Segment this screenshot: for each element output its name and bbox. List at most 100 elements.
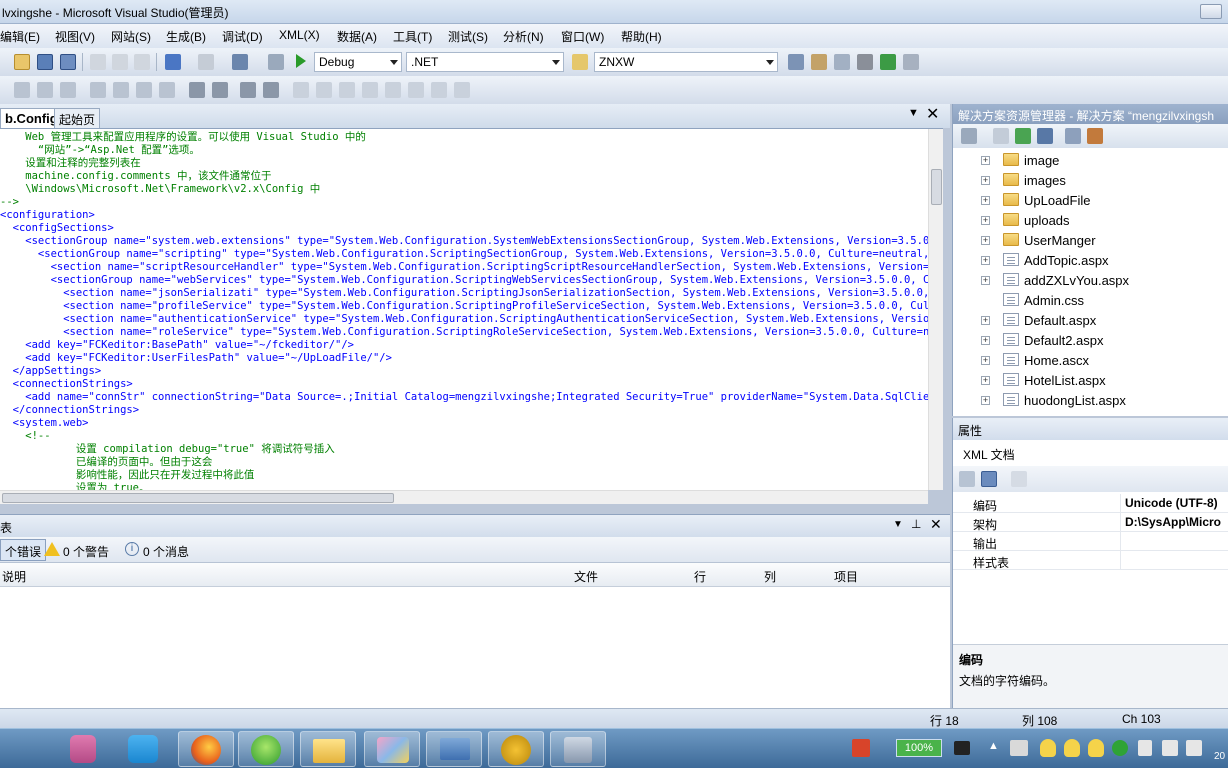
vertical-scrollbar[interactable] bbox=[928, 129, 943, 490]
property-value[interactable]: D:\SysApp\Micro bbox=[1125, 515, 1221, 529]
code-line[interactable]: 设置为 true。 bbox=[0, 482, 928, 490]
bookmark-icon[interactable] bbox=[339, 82, 355, 98]
qq-icon[interactable] bbox=[1040, 739, 1056, 757]
property-value[interactable]: Unicode (UTF-8) bbox=[1125, 496, 1218, 510]
outdent-icon[interactable] bbox=[189, 82, 205, 98]
format-icon[interactable] bbox=[159, 82, 175, 98]
expand-icon[interactable]: + bbox=[981, 156, 990, 165]
browser-icon[interactable] bbox=[238, 731, 294, 767]
menu-debug[interactable]: 调试(D) bbox=[222, 28, 263, 45]
ultraedit-icon[interactable] bbox=[488, 731, 544, 767]
expand-icon[interactable]: + bbox=[981, 256, 990, 265]
minimize-button[interactable] bbox=[1200, 4, 1222, 19]
expand-icon[interactable]: + bbox=[981, 276, 990, 285]
paste-icon[interactable] bbox=[134, 54, 150, 70]
tree-item[interactable]: + Default.aspx bbox=[953, 310, 1228, 330]
scroll-thumb[interactable] bbox=[931, 169, 942, 205]
firefox-icon[interactable] bbox=[178, 731, 234, 767]
properties-icon[interactable] bbox=[811, 54, 827, 70]
expand-icon[interactable]: + bbox=[981, 316, 990, 325]
pin-icon[interactable]: ⊥ bbox=[911, 517, 921, 531]
find-icon[interactable] bbox=[268, 54, 284, 70]
menu-tools[interactable]: 工具(T) bbox=[393, 28, 432, 45]
format-icon[interactable] bbox=[90, 82, 106, 98]
battery-indicator[interactable]: 100% bbox=[896, 739, 942, 757]
menu-data[interactable]: 数据(A) bbox=[337, 28, 377, 45]
code-line[interactable]: </appSettings> bbox=[0, 365, 928, 378]
open-icon[interactable] bbox=[14, 54, 30, 70]
expand-icon[interactable]: + bbox=[981, 356, 990, 365]
scroll-thumb[interactable] bbox=[2, 493, 394, 503]
code-line[interactable]: <add key="FCKeditor:UserFilesPath" value… bbox=[0, 352, 928, 365]
messages-filter-button[interactable]: 0 个消息 bbox=[143, 543, 189, 560]
platform-select[interactable]: .NET bbox=[406, 52, 564, 72]
column-project[interactable]: 项目 bbox=[834, 568, 858, 585]
tab-dropdown-icon[interactable]: ▼ bbox=[908, 107, 919, 119]
expand-icon[interactable]: + bbox=[981, 176, 990, 185]
window-icon[interactable] bbox=[903, 54, 919, 70]
network-icon[interactable] bbox=[1010, 740, 1028, 756]
qq-icon[interactable] bbox=[1088, 739, 1104, 757]
database-app-icon[interactable] bbox=[56, 731, 112, 767]
format-icon[interactable] bbox=[113, 82, 129, 98]
code-line[interactable]: Web 管理工具来配置应用程序的设置。可以使用 Visual Studio 中的 bbox=[0, 131, 928, 144]
property-pages-icon[interactable] bbox=[1011, 471, 1027, 487]
input-method-icon[interactable] bbox=[852, 739, 870, 757]
expand-icon[interactable]: + bbox=[981, 376, 990, 385]
tree-item[interactable]: + Home.ascx bbox=[953, 350, 1228, 370]
alphabetical-icon[interactable] bbox=[981, 471, 997, 487]
toolbox-icon[interactable] bbox=[834, 54, 850, 70]
menu-window[interactable]: 窗口(W) bbox=[561, 28, 604, 45]
code-line[interactable]: 设置和注释的完整列表在 bbox=[0, 157, 928, 170]
property-row[interactable]: 架构 D:\SysApp\Micro bbox=[953, 513, 1228, 532]
uncomment-icon[interactable] bbox=[263, 82, 279, 98]
code-line[interactable]: <add name="connStr" connectionString="Da… bbox=[0, 391, 928, 404]
column-column[interactable]: 列 bbox=[764, 568, 776, 585]
cut-icon[interactable] bbox=[90, 54, 106, 70]
navigate-icon[interactable] bbox=[232, 54, 248, 70]
column-line[interactable]: 行 bbox=[694, 568, 706, 585]
horizontal-scrollbar[interactable] bbox=[0, 490, 928, 504]
bookmark-icon[interactable] bbox=[293, 82, 309, 98]
menu-analyze[interactable]: 分析(N) bbox=[503, 28, 544, 45]
column-file[interactable]: 文件 bbox=[574, 568, 598, 585]
object-browser-icon[interactable] bbox=[880, 54, 896, 70]
code-line[interactable]: 影响性能，因此只在开发过程中将此值 bbox=[0, 469, 928, 482]
tree-item[interactable]: + UpLoadFile bbox=[953, 190, 1228, 210]
start-debug-icon[interactable] bbox=[296, 54, 306, 68]
code-line[interactable]: <section name="profileService" type="Sys… bbox=[0, 300, 928, 313]
code-line[interactable]: <connectionStrings> bbox=[0, 378, 928, 391]
tree-item[interactable]: + uploads bbox=[953, 210, 1228, 230]
tree-item[interactable]: + image bbox=[953, 150, 1228, 170]
format-icon[interactable] bbox=[14, 82, 30, 98]
format-icon[interactable] bbox=[37, 82, 53, 98]
menu-test[interactable]: 测试(S) bbox=[448, 28, 488, 45]
code-line[interactable]: <section name="authenticationService" ty… bbox=[0, 313, 928, 326]
volume-icon[interactable] bbox=[1138, 740, 1152, 756]
tools-app-icon[interactable] bbox=[550, 731, 606, 767]
nest-icon[interactable] bbox=[1037, 128, 1053, 144]
comment-icon[interactable] bbox=[240, 82, 256, 98]
warnings-filter-button[interactable]: 0 个警告 bbox=[63, 543, 109, 560]
refresh-icon[interactable] bbox=[1015, 128, 1031, 144]
remote-desktop-icon[interactable] bbox=[426, 731, 482, 767]
menu-edit[interactable]: 编辑(E) bbox=[0, 28, 40, 45]
tools-icon[interactable] bbox=[857, 54, 873, 70]
display-icon[interactable] bbox=[1162, 740, 1178, 756]
code-line[interactable]: <section name="roleService" type="System… bbox=[0, 326, 928, 339]
tree-item[interactable]: + UserManger bbox=[953, 230, 1228, 250]
undo-icon[interactable] bbox=[165, 54, 181, 70]
code-line[interactable]: “网站”->“Asp.Net 配置”选项。 bbox=[0, 144, 928, 157]
menu-website[interactable]: 网站(S) bbox=[111, 28, 151, 45]
code-line[interactable]: <configSections> bbox=[0, 222, 928, 235]
menu-help[interactable]: 帮助(H) bbox=[621, 28, 662, 45]
bookmark-icon[interactable] bbox=[408, 82, 424, 98]
code-text[interactable]: Web 管理工具来配置应用程序的设置。可以使用 Visual Studio 中的… bbox=[0, 131, 928, 490]
menu-build[interactable]: 生成(B) bbox=[166, 28, 206, 45]
copy-website-icon[interactable] bbox=[1087, 128, 1103, 144]
code-line[interactable]: --> bbox=[0, 196, 928, 209]
config-select[interactable]: Debug bbox=[314, 52, 402, 72]
expand-icon[interactable]: + bbox=[981, 216, 990, 225]
tray-expand-icon[interactable]: ▲ bbox=[988, 740, 999, 752]
bookmark-icon[interactable] bbox=[316, 82, 332, 98]
